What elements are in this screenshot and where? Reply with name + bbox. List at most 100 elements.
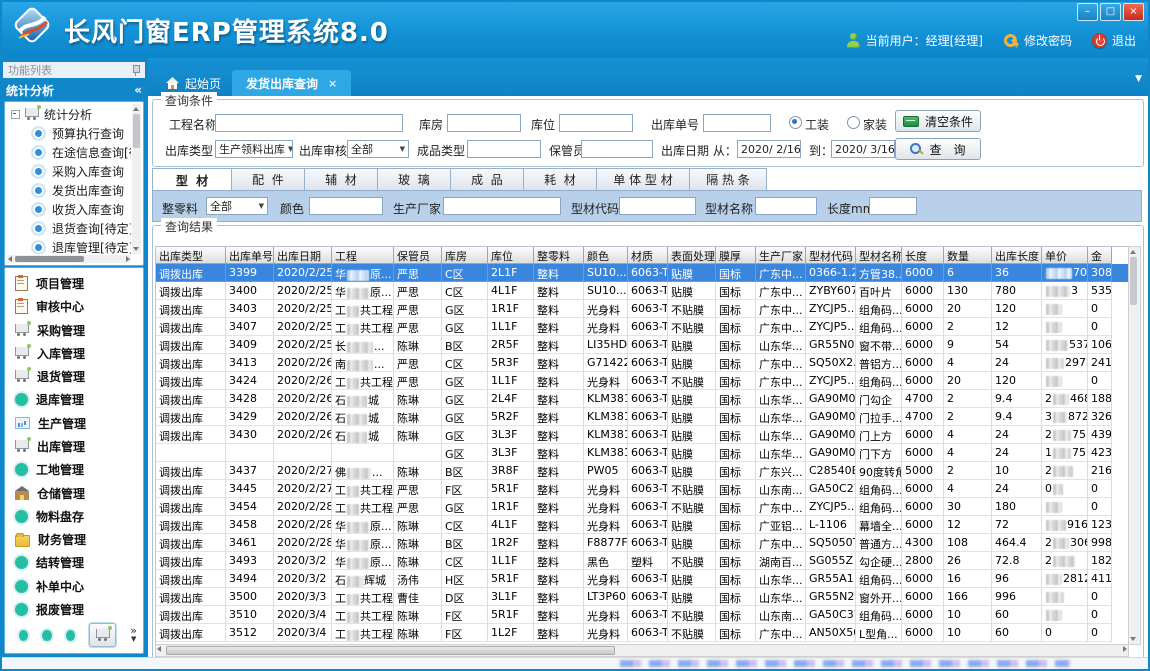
date-to-select[interactable]: 2020/ 3/16 ▼: [831, 140, 895, 158]
module-item[interactable]: 出库管理: [15, 438, 143, 455]
material-tab[interactable]: 型 材: [152, 168, 232, 192]
module-item[interactable]: 生产管理: [15, 415, 143, 432]
table-row[interactable]: 调拨出库34282020/2/26石城陈琳G区2L4F整料KLM38176063…: [156, 390, 1130, 408]
maximize-button[interactable]: □: [1100, 3, 1121, 21]
table-row[interactable]: 调拨出库35002020/3/3工共工程曹佳D区3L1F整料LT3P606063…: [156, 588, 1130, 606]
manufacturer-input[interactable]: [443, 197, 561, 215]
date-from-select[interactable]: 2020/ 2/16 ▼: [737, 140, 801, 158]
table-row[interactable]: 调拨出库34372020/2/27佛...陈琳B区3R8F整料PW056063-…: [156, 462, 1130, 480]
order-no-input[interactable]: [703, 114, 771, 132]
tree-item[interactable]: 退货查询[待定]: [7, 219, 131, 238]
table-row[interactable]: 调拨出库34132020/2/26南...严思C区5R3F整料G71422606…: [156, 354, 1130, 372]
tree-root[interactable]: 统计分析: [7, 104, 131, 124]
keeper-input[interactable]: [581, 140, 653, 158]
tree-item[interactable]: 收货入库查询: [7, 200, 131, 219]
material-tab[interactable]: 成 品: [451, 168, 524, 191]
table-row[interactable]: 调拨出库35102020/3/4工共工程陈琳F区5R1F整料光身料6063-T5…: [156, 606, 1130, 624]
scroll-up-icon[interactable]: [1130, 250, 1136, 254]
table-row[interactable]: 调拨出库34032020/2/25工共工程严思G区1R1F整料光身料6063-T…: [156, 300, 1130, 318]
column-header[interactable]: 材质: [628, 247, 668, 264]
column-header[interactable]: 工程: [332, 247, 394, 264]
whole-piece-select[interactable]: 全部 ▼: [206, 197, 268, 215]
material-tab[interactable]: 隔 热 条: [690, 168, 767, 191]
search-button[interactable]: 查 询: [895, 138, 981, 160]
module-item[interactable]: 物料盘存: [15, 508, 143, 525]
module-item[interactable]: 补单中心: [15, 578, 143, 595]
tree-vertical-scrollbar[interactable]: [132, 104, 141, 254]
material-tab[interactable]: 单 体 型 材: [597, 168, 690, 191]
column-header[interactable]: 整零料: [534, 247, 584, 264]
module-item[interactable]: 审核中心: [15, 298, 143, 315]
module-dot-icon[interactable]: [19, 630, 28, 641]
profile-code-input[interactable]: [619, 197, 696, 215]
scroll-right-icon[interactable]: [126, 256, 130, 262]
table-vertical-scrollbar[interactable]: [1128, 246, 1141, 645]
clear-conditions-button[interactable]: 清空条件: [895, 110, 981, 132]
section-header[interactable]: 统计分析 «: [6, 80, 142, 100]
tree-item[interactable]: 在途信息查询[待: [7, 143, 131, 162]
project-name-input[interactable]: [215, 114, 403, 132]
logout-button[interactable]: 退出: [1092, 32, 1136, 49]
table-row[interactable]: 调拨出库34302020/2/26石城陈琳G区3L3F整料KLM38176063…: [156, 426, 1130, 444]
table-row[interactable]: 调拨出库34242020/2/26工共工程严思G区1L1F整料光身料6063-T…: [156, 372, 1130, 390]
column-header[interactable]: 颜色: [584, 247, 628, 264]
warehouse-input[interactable]: [447, 114, 521, 132]
column-header[interactable]: 长度: [902, 247, 944, 264]
table-row[interactable]: 调拨出库34582020/2/28华原...陈琳C区4L1F整料光身料6063-…: [156, 516, 1130, 534]
table-row[interactable]: 调拨出库34542020/2/28工共工程严思G区1R1F整料光身料6063-T…: [156, 498, 1130, 516]
tree-item[interactable]: 采购入库查询: [7, 162, 131, 181]
module-item[interactable]: 结转管理: [15, 554, 143, 571]
material-tab[interactable]: 配 件: [232, 168, 305, 191]
table-row[interactable]: 调拨出库35122020/3/4工共工程陈琳F区1L2F整料光身料6063-T5…: [156, 624, 1130, 642]
table-row[interactable]: 调拨出库34612020/2/28华原...陈琳B区1R2F整料F8877FT6…: [156, 534, 1130, 552]
tab-shipment-query[interactable]: 发货出库查询 ×: [232, 70, 351, 96]
out-type-select[interactable]: 生产领料出库 ▼: [215, 140, 293, 158]
table-row[interactable]: 调拨出库33992020/2/25华原...严思C区2L1F整料SU10...6…: [156, 264, 1130, 282]
scroll-up-icon[interactable]: [133, 107, 139, 111]
module-item[interactable]: 报废管理: [15, 601, 143, 618]
column-header[interactable]: 出库长度: [992, 247, 1042, 264]
material-tab[interactable]: 耗 材: [524, 168, 597, 191]
table-row[interactable]: 调拨出库34092020/2/25长...陈琳B区2R5F整料LI35HD606…: [156, 336, 1130, 354]
radio-work-install[interactable]: [789, 116, 802, 129]
expander-icon[interactable]: [11, 110, 20, 119]
tree-item[interactable]: 预算执行查询: [7, 124, 131, 143]
table-row[interactable]: G区3L3F整料KLM38176063-T5贴膜国标山东华...GA90M09.…: [156, 444, 1130, 462]
module-item[interactable]: 入库管理: [15, 345, 143, 362]
table-row[interactable]: 调拨出库34002020/2/25华原...严思C区4L1F整料SU10...6…: [156, 282, 1130, 300]
table-row[interactable]: 调拨出库34072020/2/25工共工程严思G区1L1F整料光身料6063-T…: [156, 318, 1130, 336]
change-password-button[interactable]: 修改密码: [1003, 32, 1072, 49]
tree-item[interactable]: 发货出库查询: [7, 181, 131, 200]
column-header[interactable]: 出库单号: [226, 247, 274, 264]
tab-close-icon[interactable]: ×: [328, 77, 337, 90]
scroll-down-icon[interactable]: [1130, 637, 1136, 641]
collapse-icon[interactable]: «: [134, 83, 142, 97]
module-item[interactable]: 仓储管理: [15, 485, 143, 502]
module-item[interactable]: 工地管理: [15, 461, 143, 478]
scroll-right-icon[interactable]: [1123, 646, 1127, 652]
tree-item[interactable]: 退库管理[待定]: [7, 238, 131, 254]
module-item[interactable]: 退货管理: [15, 368, 143, 385]
column-header[interactable]: 生产厂家: [756, 247, 806, 264]
table-row[interactable]: 调拨出库34932020/3/2华原...陈琳C区1L1F整料黑色塑料不贴膜国标…: [156, 552, 1130, 570]
location-input[interactable]: [559, 114, 633, 132]
cart-module-button[interactable]: [89, 623, 116, 647]
table-row[interactable]: 调拨出库34942020/3/2石辉城汤伟H区5R1F整料光身料6063-T5贴…: [156, 570, 1130, 588]
module-item[interactable]: 采购管理: [15, 322, 143, 339]
product-type-input[interactable]: [467, 140, 541, 158]
column-header[interactable]: 表面处理: [668, 247, 716, 264]
column-header[interactable]: 型材代码: [806, 247, 856, 264]
minimize-button[interactable]: –: [1077, 3, 1098, 21]
length-input[interactable]: [869, 197, 917, 215]
audit-select[interactable]: 全部 ▼: [347, 140, 409, 158]
close-button[interactable]: ×: [1123, 3, 1144, 21]
more-modules-button[interactable]: » ▼: [130, 626, 137, 644]
column-header[interactable]: 库位: [488, 247, 534, 264]
module-dot-icon[interactable]: [66, 630, 75, 641]
scroll-left-icon[interactable]: [8, 256, 12, 262]
module-item[interactable]: 项目管理: [15, 275, 143, 292]
module-dot-icon[interactable]: [42, 630, 51, 641]
scroll-down-icon[interactable]: [133, 247, 139, 251]
module-item[interactable]: 退库管理: [15, 391, 143, 408]
column-header[interactable]: 膜厚: [716, 247, 756, 264]
